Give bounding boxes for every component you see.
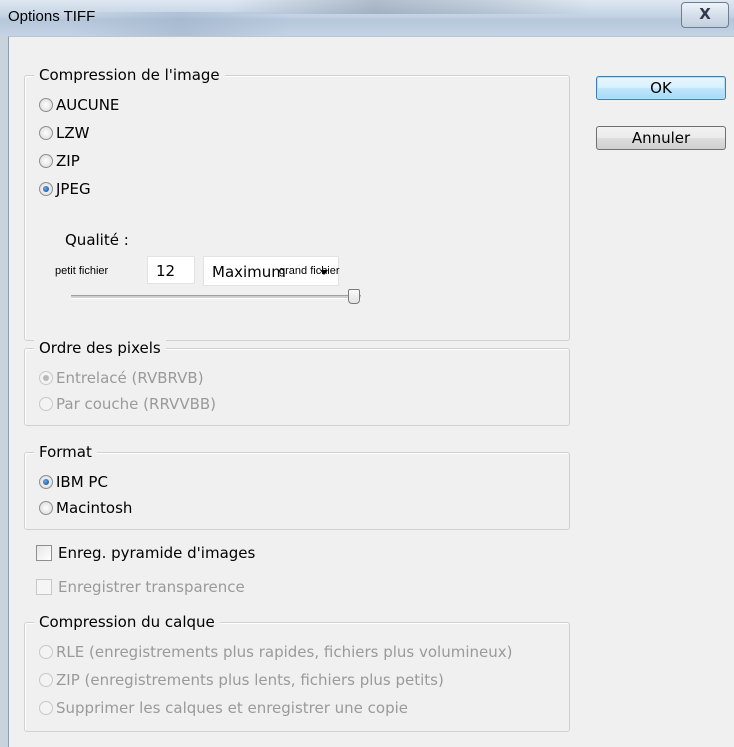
radio-button-icon [39,126,53,140]
pixel-order-group: Ordre des pixels Entrelacé (RVBRVB) Par … [24,338,570,426]
image-compression-group: Compression de l'image AUCUNE LZW ZIP JP… [24,65,570,341]
title-bar-glass [70,12,290,36]
radio-label: JPEG [56,180,91,198]
window-title: Options TIFF [8,8,96,25]
image-compression-legend: Compression de l'image [34,65,225,85]
checkbox-label: Enreg. pyramide d'images [58,544,256,562]
dialog-client-area: OK Annuler Compression de l'image AUCUNE… [8,36,734,747]
quality-input[interactable]: 12 [147,256,195,284]
radio-button-icon [39,701,53,715]
radio-label: Supprimer les calques et enregistrer une… [56,699,409,717]
radio-label: ZIP (enregistrements plus lents, fichier… [56,671,444,689]
radio-button-icon [39,673,53,687]
layer-compression-legend: Compression du calque [34,612,220,632]
radio-button-icon [39,397,53,411]
close-button[interactable]: X [681,2,729,28]
quality-preset-value: Maximum [212,263,286,281]
radio-label: Macintosh [56,499,133,517]
radio-button-icon [39,501,53,515]
layer-compression-group: Compression du calque RLE (enregistremen… [24,612,570,732]
checkbox-label: Enregistrer transparence [58,578,245,596]
checkbox-icon [36,545,52,561]
slider-min-label: petit fichier [55,265,109,277]
radio-button-icon [39,645,53,659]
radio-label: Par couche (RRVVBB) [56,395,217,413]
radio-label: RLE (enregistrements plus rapides, fichi… [56,643,513,661]
radio-label: IBM PC [56,473,108,491]
radio-label: Entrelacé (RVBRVB) [56,369,204,387]
radio-button-selected-icon [39,475,53,489]
format-group: Format IBM PC Macintosh [24,442,570,530]
checkbox-icon [36,579,52,595]
radio-label: AUCUNE [56,96,120,114]
radio-button-icon [39,154,53,168]
ok-button[interactable]: OK [596,76,726,100]
quality-slider-thumb[interactable] [348,289,360,304]
slider-max-label: grand fichier [279,265,340,277]
format-legend: Format [34,442,97,462]
radio-label: ZIP [56,152,80,170]
title-bar[interactable]: Options TIFF X [0,0,734,36]
radio-button-selected-icon [39,371,53,385]
cancel-button[interactable]: Annuler [596,126,726,150]
radio-button-selected-icon [39,182,53,196]
quality-slider-track[interactable] [71,295,361,299]
tiff-options-dialog: Options TIFF X OK Annuler Compression de… [0,0,734,747]
quality-label: Qualité : [65,231,129,249]
close-icon: X [699,5,711,23]
radio-label: LZW [56,124,90,142]
radio-button-icon [39,98,53,112]
pixel-order-legend: Ordre des pixels [34,338,166,358]
